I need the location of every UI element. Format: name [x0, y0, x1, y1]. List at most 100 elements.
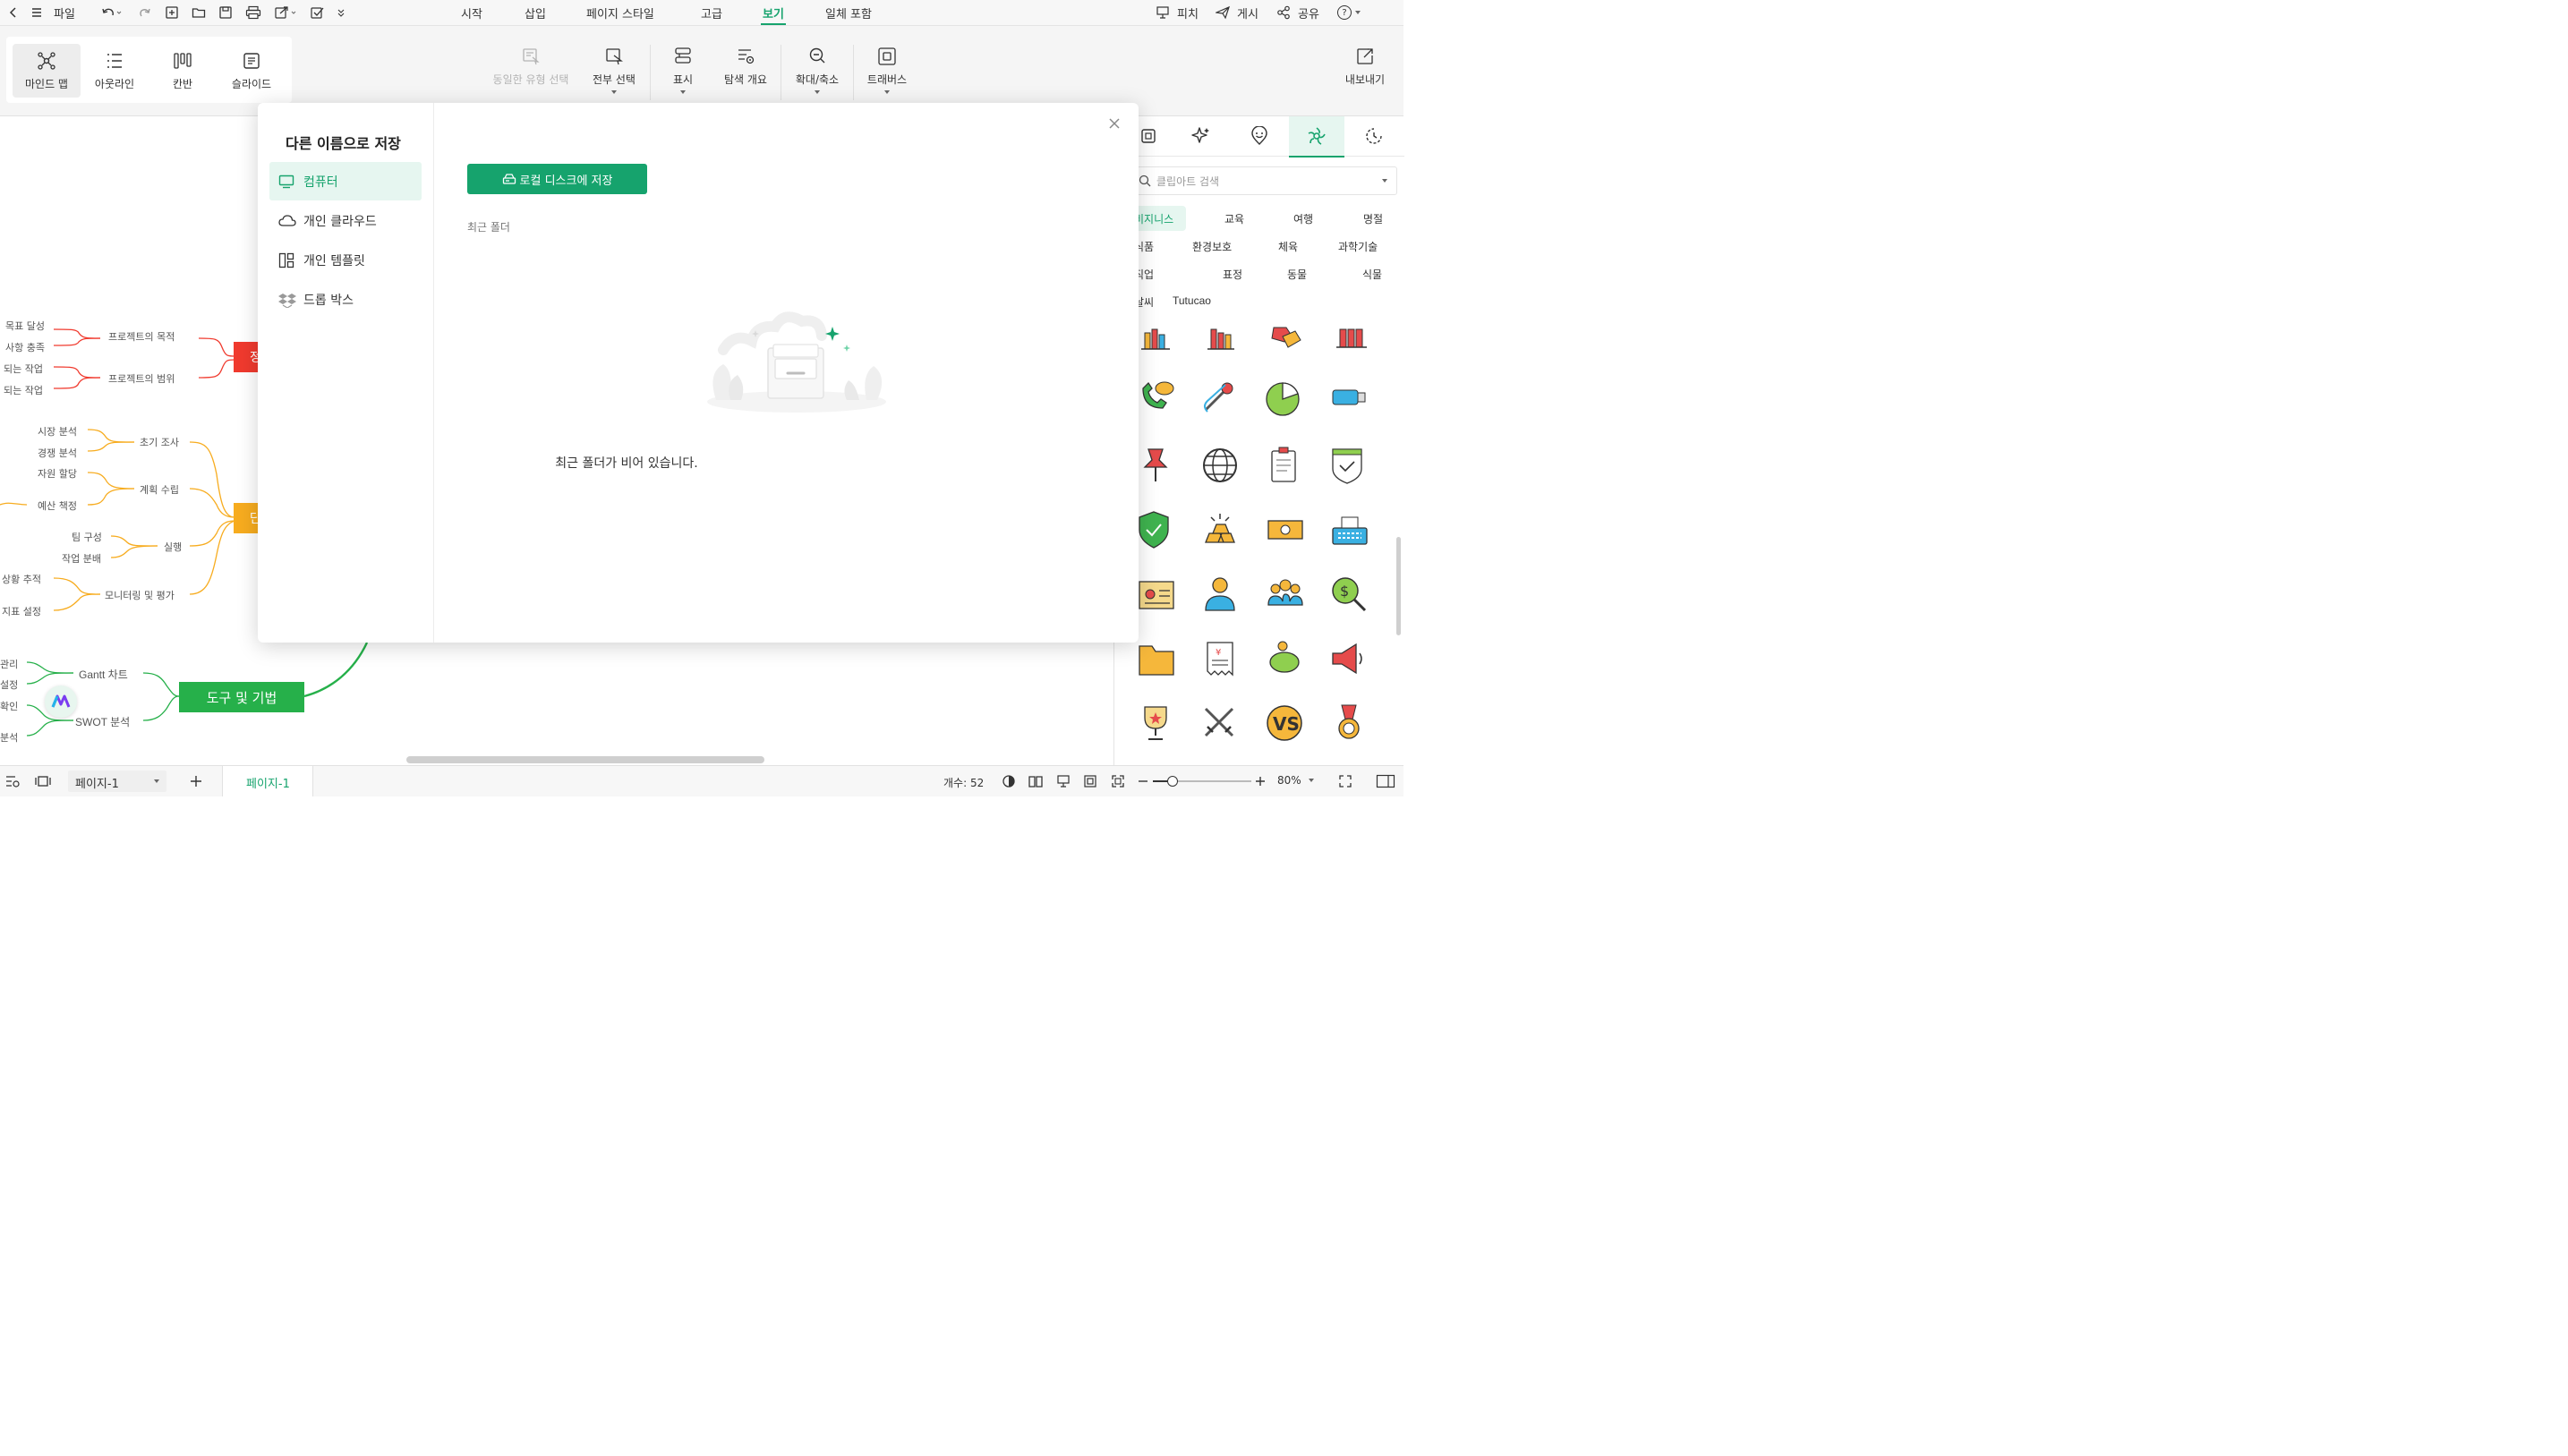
fit-window-icon[interactable] — [1110, 773, 1126, 789]
id-card-clipart-icon[interactable] — [1139, 581, 1174, 609]
megaphone-clipart-icon[interactable] — [1332, 643, 1362, 675]
mindmap-branch[interactable]: 모니터링 및 평가 — [105, 588, 175, 602]
mindmap-branch[interactable]: 프로젝트의 목적 — [108, 329, 175, 344]
usb-drive-clipart-icon[interactable] — [1332, 389, 1366, 405]
mindmap-branch[interactable]: 계획 수립 — [140, 482, 179, 497]
cash-clipart-icon[interactable] — [1267, 520, 1303, 540]
explore-outline-button[interactable]: 탐색 개요 — [719, 47, 772, 87]
panel-tab-history[interactable] — [1361, 123, 1386, 149]
globe-clipart-icon[interactable] — [1203, 448, 1237, 482]
team-clipart-icon[interactable] — [1267, 579, 1303, 606]
person-clipart-icon[interactable] — [1205, 577, 1235, 611]
mindmap-leaf[interactable]: 관리 — [0, 657, 18, 671]
book-view-icon[interactable] — [1028, 773, 1044, 789]
tab-ai[interactable]: 일체 포함 — [825, 0, 872, 25]
panel-tab-icons[interactable] — [1247, 123, 1272, 149]
vs-badge-clipart-icon[interactable]: VS — [1267, 705, 1302, 741]
print-icon[interactable] — [245, 0, 261, 25]
trophy-clipart-icon[interactable] — [1144, 706, 1167, 740]
zoom-select[interactable]: 80% — [1277, 774, 1314, 787]
category-education[interactable]: 교육 — [1224, 211, 1244, 226]
zoom-slider-handle[interactable] — [1167, 776, 1178, 787]
category-expressions[interactable]: 표정 — [1223, 267, 1242, 282]
safety-pin-clipart-icon[interactable] — [1204, 382, 1233, 413]
mindmap-branch[interactable]: 프로젝트의 범위 — [108, 371, 175, 386]
test-tubes-clipart-icon[interactable] — [1207, 328, 1234, 350]
tab-page-style[interactable]: 페이지 스타일 — [586, 0, 654, 25]
open-folder-icon[interactable] — [192, 0, 206, 25]
mindmap-leaf[interactable]: 시장 분석 — [38, 424, 77, 439]
mindmap-branch[interactable]: SWOT 분석 — [75, 714, 130, 729]
piggy-bank-clipart-icon[interactable] — [1269, 641, 1300, 673]
category-technology[interactable]: 과학기술 — [1338, 239, 1378, 254]
task-check-icon[interactable] — [310, 0, 324, 25]
tab-advanced[interactable]: 고급 — [701, 0, 722, 25]
mindmap-leaf[interactable]: 상황 추적 — [2, 572, 41, 586]
save-icon[interactable] — [218, 0, 233, 25]
category-sports[interactable]: 체육 — [1278, 239, 1298, 254]
add-page-icon[interactable] — [187, 772, 205, 790]
cash-register-clipart-icon[interactable] — [1332, 516, 1368, 545]
help-button[interactable]: ? — [1337, 0, 1361, 25]
panel-tab-ai-sparkle[interactable] — [1189, 123, 1214, 149]
zoom-in-icon[interactable] — [1254, 773, 1267, 789]
folder-clipart-icon[interactable] — [1139, 645, 1174, 676]
mindmap-leaf[interactable]: 되는 작업 — [4, 362, 43, 376]
tab-insert[interactable]: 삽입 — [525, 0, 546, 25]
publish-button[interactable]: 게시 — [1216, 0, 1258, 25]
mindmap-leaf[interactable]: 작업 분배 — [62, 551, 101, 566]
sidebar-item-dropbox[interactable]: 드롭 박스 — [269, 280, 422, 319]
mindmap-leaf[interactable]: 팀 구성 — [72, 530, 102, 544]
mindmap-leaf[interactable]: 지표 설정 — [2, 604, 41, 618]
sidebar-item-personal-cloud[interactable]: 개인 클라우드 — [269, 201, 422, 240]
select-all-button[interactable]: 전부 선택 — [587, 47, 641, 94]
category-travel[interactable]: 여행 — [1293, 211, 1313, 226]
mindmap-leaf[interactable]: 분석 — [0, 730, 18, 745]
fullscreen-icon[interactable] — [1337, 773, 1353, 789]
share-button[interactable]: 공유 — [1276, 0, 1319, 25]
puzzle-clipart-icon[interactable] — [1271, 327, 1301, 348]
save-local-disk-button[interactable]: 로컬 디스크에 저장 — [467, 164, 647, 194]
gold-bars-clipart-icon[interactable] — [1205, 514, 1235, 543]
category-plants[interactable]: 식물 — [1362, 267, 1382, 282]
view-slide-button[interactable]: 슬라이드 — [218, 44, 286, 98]
mindmap-branch[interactable]: 초기 조사 — [140, 435, 179, 449]
export-button[interactable]: 내보내기 — [1339, 47, 1391, 87]
traverse-button[interactable]: 트래버스 — [862, 47, 912, 94]
money-search-clipart-icon[interactable]: $ — [1332, 577, 1367, 612]
horizontal-scrollbar[interactable] — [406, 756, 764, 763]
phone-chat-clipart-icon[interactable] — [1142, 381, 1174, 409]
more-chevron-icon[interactable] — [337, 0, 346, 25]
mindmap-leaf[interactable]: 목표 달성 — [5, 319, 45, 333]
panel-tab-format[interactable] — [1136, 123, 1161, 149]
mindmap-leaf[interactable]: 확인 — [0, 699, 18, 713]
page-select[interactable]: 페이지-1 — [68, 771, 166, 792]
view-outline-button[interactable]: 아웃라인 — [81, 44, 149, 98]
tab-start[interactable]: 시작 — [461, 0, 482, 25]
category-environment[interactable]: 환경보호 — [1192, 239, 1232, 254]
mindmap-branch[interactable]: Gantt 차트 — [79, 667, 128, 682]
crossed-swords-clipart-icon[interactable] — [1204, 707, 1234, 737]
mindmap-leaf[interactable]: 예산 책정 — [38, 498, 77, 513]
security-shield-clipart-icon[interactable] — [1139, 511, 1169, 549]
mindmap-leaf[interactable]: 설정 — [0, 677, 18, 692]
fit-page-icon[interactable] — [1082, 773, 1098, 789]
display-button[interactable]: 표시 — [662, 47, 704, 94]
file-menu[interactable]: 파일 — [54, 0, 75, 25]
bar-chart-clipart-icon[interactable] — [1141, 328, 1170, 350]
medal-clipart-icon[interactable] — [1338, 704, 1360, 739]
view-mindmap-button[interactable]: 마인드 맵 — [13, 44, 81, 98]
mindmap-leaf[interactable]: 사항 충족 — [5, 340, 45, 354]
mindmap-branch[interactable]: 실행 — [164, 540, 182, 554]
push-pin-clipart-icon[interactable] — [1143, 448, 1168, 481]
hamburger-menu-icon[interactable] — [30, 0, 43, 25]
page-thumbnail-icon[interactable] — [34, 773, 52, 789]
mindmap-node-tools[interactable]: 도구 및 기법 — [179, 682, 304, 712]
category-tutucao[interactable]: Tutucao — [1173, 294, 1211, 307]
mindmap-leaf[interactable]: 자원 할당 — [38, 466, 77, 481]
zoom-out-icon[interactable] — [1137, 773, 1149, 789]
ai-assistant-button[interactable] — [45, 685, 77, 718]
books-clipart-icon[interactable] — [1336, 328, 1367, 348]
page-tab[interactable]: 페이지-1 — [222, 766, 313, 796]
zoom-button[interactable]: 확대/축소 — [790, 47, 844, 94]
